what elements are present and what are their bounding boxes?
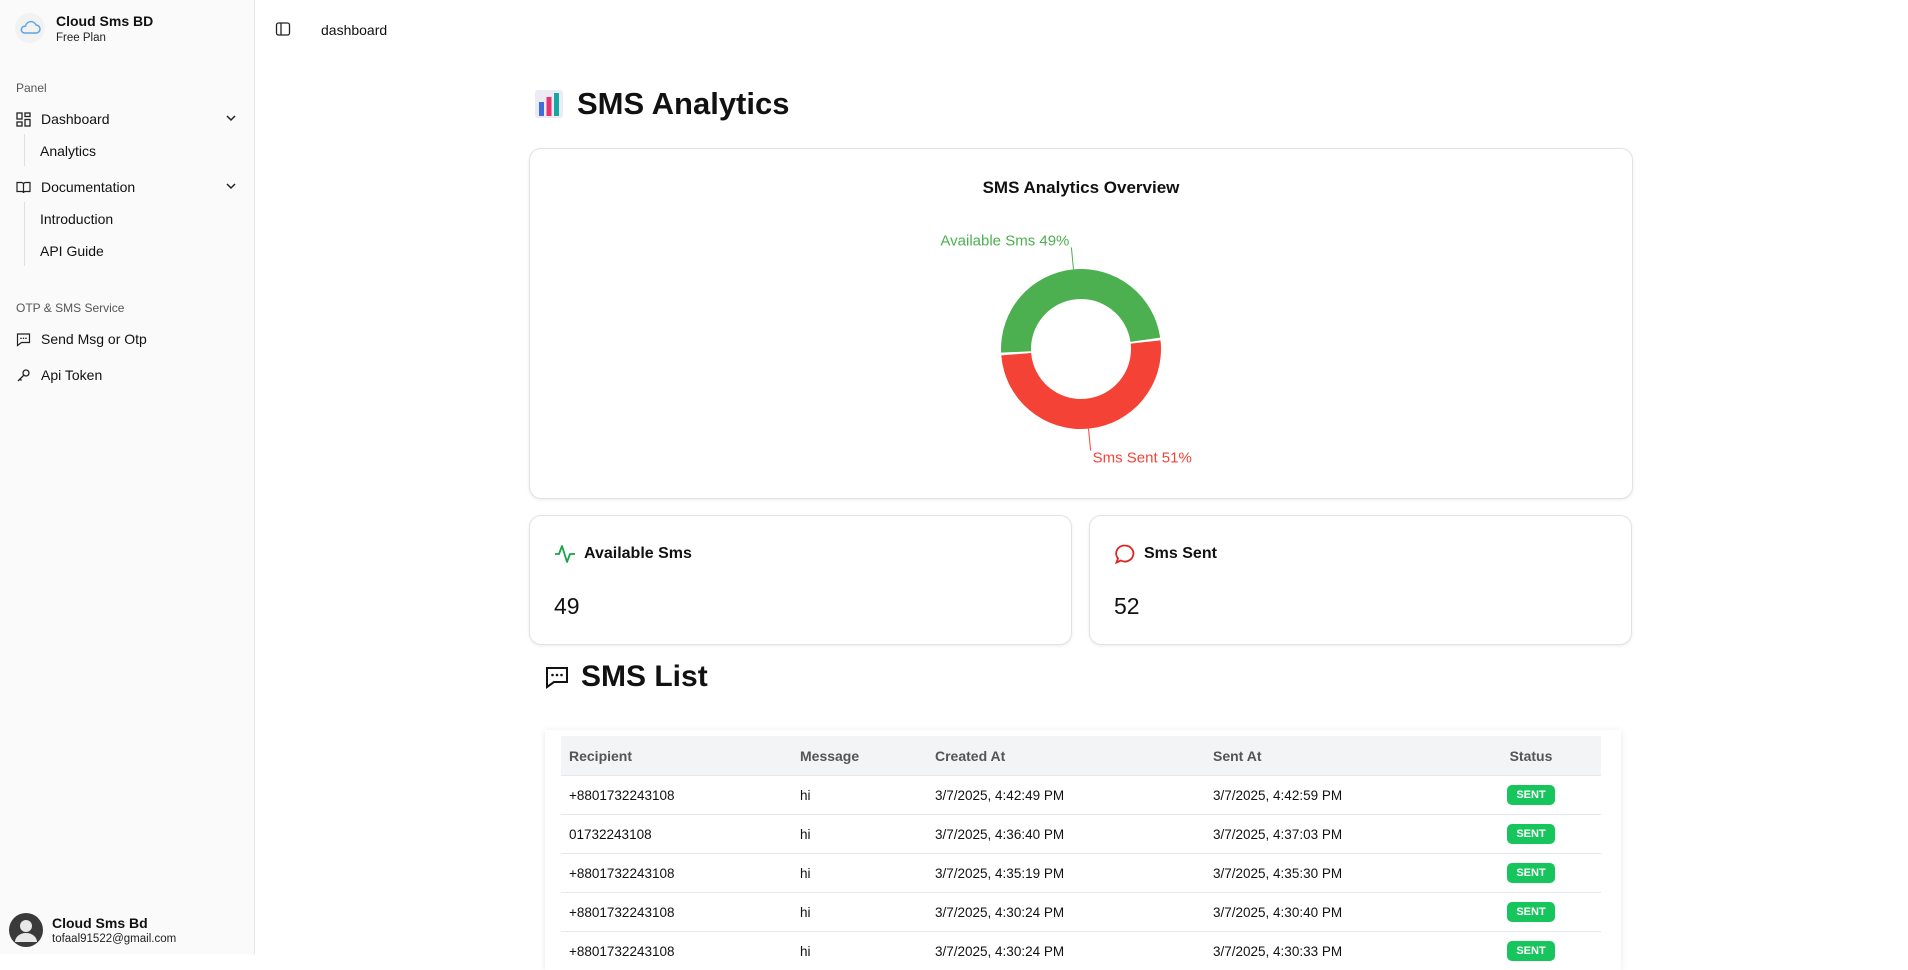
donut-chart: Available Sms 49% Sms Sent 51% [530,149,1632,498]
status-badge: SENT [1507,863,1554,883]
column-header-message: Message [792,736,927,776]
book-open-icon [16,180,31,195]
created-at-cell: 3/7/2025, 4:36:40 PM [927,815,1205,854]
cloud-icon [14,12,46,44]
page-title: SMS Analytics [533,86,789,122]
created-at-cell: 3/7/2025, 4:30:24 PM [927,932,1205,970]
sent-at-cell: 3/7/2025, 4:42:59 PM [1205,776,1461,815]
donut-leader-line-0 [1071,247,1073,269]
sent-at-cell: 3/7/2025, 4:35:30 PM [1205,854,1461,893]
table-row[interactable]: +8801732243108 hi 3/7/2025, 4:42:49 PM 3… [561,776,1601,815]
table-row[interactable]: +8801732243108 hi 3/7/2025, 4:30:24 PM 3… [561,893,1601,932]
sms-sent-card: Sms Sent 52 [1089,515,1632,645]
donut-slice-1[interactable] [1001,340,1161,429]
stat-value: 49 [554,593,580,620]
panel-section-label: Panel [16,81,47,95]
created-at-cell: 3/7/2025, 4:30:24 PM [927,893,1205,932]
sent-at-cell: 3/7/2025, 4:30:40 PM [1205,893,1461,932]
stat-label: Sms Sent [1144,545,1217,563]
donut-label-0: Available Sms 49% [940,232,1069,249]
service-section-label: OTP & SMS Service [16,301,124,315]
message-square-icon [16,332,31,347]
status-cell: SENT [1461,854,1601,893]
message-cell: hi [792,893,927,932]
sent-at-cell: 3/7/2025, 4:37:03 PM [1205,815,1461,854]
sidebar-toggle-icon[interactable] [275,21,291,37]
sidebar-item-dashboard[interactable]: Dashboard [16,106,238,132]
status-badge: SENT [1507,902,1554,922]
recipient-cell: +8801732243108 [561,932,792,970]
column-header-recipient: Recipient [561,736,792,776]
analytics-chart-card: SMS Analytics Overview Available Sms 49%… [529,148,1633,499]
brand-name: Cloud Sms BD [56,13,153,29]
column-header-created-at: Created At [927,736,1205,776]
status-cell: SENT [1461,932,1601,970]
user-profile[interactable]: Cloud Sms Bd tofaal91522@gmail.com [8,912,176,948]
created-at-cell: 3/7/2025, 4:35:19 PM [927,854,1205,893]
message-cell: hi [792,854,927,893]
sidebar-item-api-token[interactable]: Api Token [16,362,238,388]
sidebar-item-label: Dashboard [41,111,110,127]
bar-chart-icon [533,88,565,120]
sidebar-item-label: Send Msg or Otp [41,331,147,347]
sent-at-cell: 3/7/2025, 4:30:33 PM [1205,932,1461,970]
table-row[interactable]: +8801732243108 hi 3/7/2025, 4:35:19 PM 3… [561,854,1601,893]
chevron-down-icon [224,111,238,125]
recipient-cell: +8801732243108 [561,893,792,932]
dashboard-icon [16,112,31,127]
breadcrumb[interactable]: dashboard [321,22,387,38]
status-badge: SENT [1507,824,1554,844]
sidebar: Cloud Sms BD Free Plan Panel Dashboard A… [0,0,255,954]
recipient-cell: +8801732243108 [561,854,792,893]
donut-leader-line-1 [1089,429,1091,451]
activity-icon [554,543,576,565]
table-header-row: Recipient Message Created At Sent At Sta… [561,736,1601,776]
sidebar-item-label: Api Token [41,367,102,383]
brand-plan: Free Plan [56,32,153,44]
message-circle-icon [1114,543,1136,565]
stat-value: 52 [1114,593,1140,620]
recipient-cell: +8801732243108 [561,776,792,815]
top-bar: dashboard [255,0,1908,60]
sms-table-container: Recipient Message Created At Sent At Sta… [545,730,1621,970]
sidebar-item-documentation[interactable]: Documentation [16,174,238,200]
stat-label: Available Sms [584,545,692,563]
donut-label-1: Sms Sent 51% [1093,450,1192,467]
table-row[interactable]: +8801732243108 hi 3/7/2025, 4:30:24 PM 3… [561,932,1601,970]
message-square-icon [545,665,569,689]
user-name: Cloud Sms Bd [52,915,176,931]
message-cell: hi [792,776,927,815]
status-cell: SENT [1461,776,1601,815]
chevron-down-icon [224,179,238,193]
sms-list-title: SMS List [545,660,708,694]
recipient-cell: 01732243108 [561,815,792,854]
sidebar-item-introduction[interactable]: Introduction [40,211,113,227]
sidebar-item-send-msg[interactable]: Send Msg or Otp [16,326,238,352]
status-cell: SENT [1461,815,1601,854]
created-at-cell: 3/7/2025, 4:42:49 PM [927,776,1205,815]
sidebar-item-label: Documentation [41,179,135,195]
table-row[interactable]: 01732243108 hi 3/7/2025, 4:36:40 PM 3/7/… [561,815,1601,854]
avatar [8,912,44,948]
message-cell: hi [792,815,927,854]
sms-list-title-text: SMS List [581,660,708,694]
status-badge: SENT [1507,941,1554,961]
status-badge: SENT [1507,785,1554,805]
donut-slice-0[interactable] [1001,269,1160,353]
sms-table: Recipient Message Created At Sent At Sta… [561,736,1601,970]
sub-menu-rail [24,202,25,266]
sidebar-item-api-guide[interactable]: API Guide [40,243,104,259]
sub-menu-rail [24,134,25,166]
available-sms-card: Available Sms 49 [529,515,1072,645]
column-header-sent-at: Sent At [1205,736,1461,776]
user-email: tofaal91522@gmail.com [52,933,176,945]
brand[interactable]: Cloud Sms BD Free Plan [14,12,153,44]
status-cell: SENT [1461,893,1601,932]
key-icon [16,368,31,383]
message-cell: hi [792,932,927,970]
column-header-status: Status [1461,736,1601,776]
sidebar-item-analytics[interactable]: Analytics [40,143,96,159]
page-title-text: SMS Analytics [577,86,789,122]
